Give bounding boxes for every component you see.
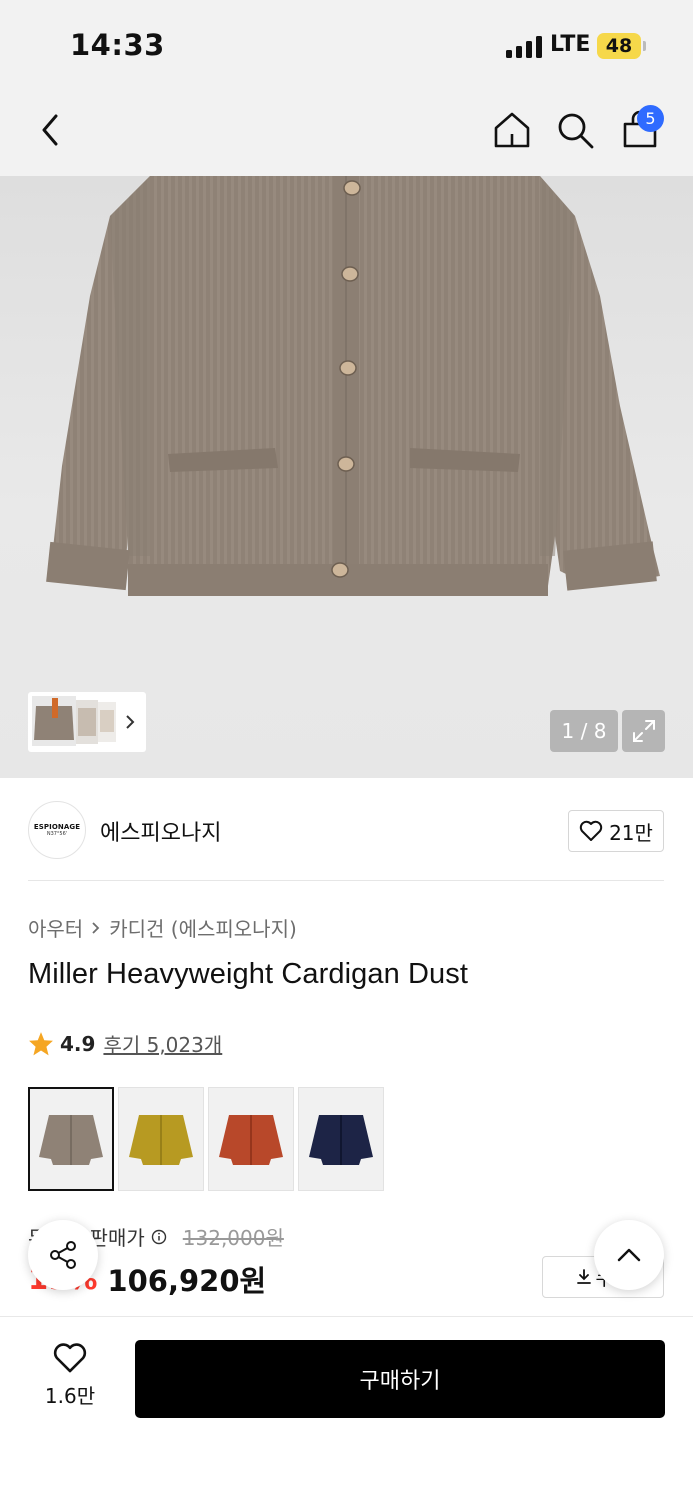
wishlist-button[interactable]: 1.6만 [38,1342,102,1409]
chevron-right-icon[interactable] [124,714,136,730]
gallery-thumbnails[interactable] [28,692,146,752]
heart-icon [53,1343,87,1373]
signal-icon [506,36,544,58]
image-counter: 1 / 8 [550,710,618,752]
color-options [28,1087,384,1191]
breadcrumb-category[interactable]: 아우터 [28,913,83,942]
brand-logo[interactable]: ESPIONAGE N37°56' [28,801,86,859]
back-arrow-icon[interactable] [28,106,72,154]
breadcrumb: 아우터 카디건 (에스피오나지) [28,913,297,942]
share-button[interactable] [28,1220,98,1290]
top-nav [0,88,693,176]
expand-icon[interactable] [622,710,665,752]
cart-count-badge: 5 [637,105,664,132]
buy-button[interactable]: 구매하기 [135,1340,665,1418]
chevron-up-icon [617,1248,641,1262]
color-swatch-rust[interactable] [208,1087,294,1191]
color-swatch-navy[interactable] [298,1087,384,1191]
wishlist-count: 1.6만 [44,1384,96,1408]
breadcrumb-subcategory[interactable]: 카디건 (에스피오나지) [109,913,297,942]
sale-price: 106,920원 [107,1264,267,1298]
scroll-top-button[interactable] [594,1220,664,1290]
divider [28,880,664,881]
color-swatch-dust[interactable] [28,1087,114,1191]
download-icon [576,1269,591,1284]
original-price: 132,000원 [182,1226,284,1250]
product-image[interactable] [0,176,693,778]
home-icon[interactable] [490,106,534,154]
rating-score: 4.9 [60,1031,96,1056]
cardigan-illustration [46,176,660,596]
brand-logo-line2: N37°56' [46,831,68,837]
info-icon[interactable] [151,1229,167,1245]
rating-row: 4.9 후기 5,023개 [28,1029,222,1058]
chevron-right-icon [92,921,100,934]
status-bar: 14:33 LTE 48 [0,0,693,88]
brand-like-button[interactable]: 21만 [568,810,664,852]
brand-logo-line1: ESPIONAGE [33,823,81,831]
brand-like-count: 21만 [609,820,653,845]
network-label: LTE [550,32,591,57]
star-icon [29,1032,53,1056]
review-count-link[interactable]: 후기 5,023개 [103,1029,222,1058]
status-time: 14:33 [70,28,165,62]
product-title: Miller Heavyweight Cardigan Dust [28,958,468,990]
brand-name[interactable]: 에스피오나지 [100,815,221,847]
battery-icon: 48 [597,33,641,59]
color-swatch-mustard[interactable] [118,1087,204,1191]
battery-tip [643,41,646,51]
heart-icon [579,820,603,841]
share-icon [50,1241,76,1269]
search-icon[interactable] [553,106,597,154]
